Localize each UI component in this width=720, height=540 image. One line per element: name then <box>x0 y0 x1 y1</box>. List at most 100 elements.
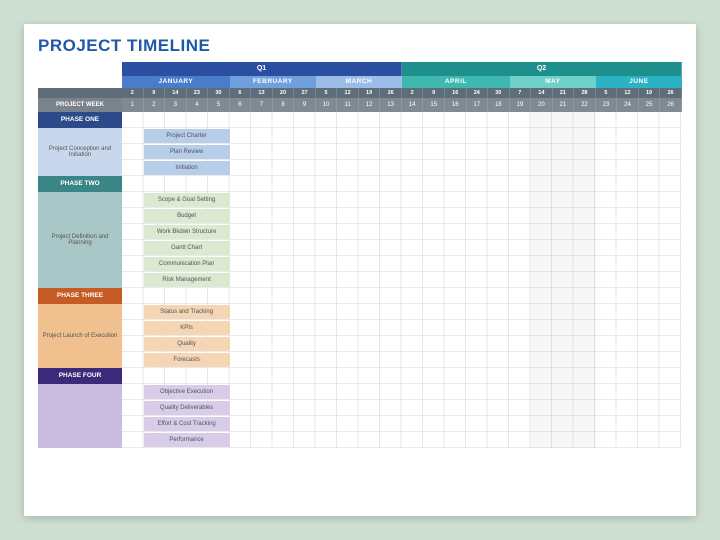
date-cell: 14 <box>165 88 187 98</box>
month-cell: FEBRUARY <box>230 76 316 88</box>
phase-body: Project Definition and Planning <box>38 192 122 288</box>
month-cell: MARCH <box>316 76 402 88</box>
date-cell: 16 <box>445 88 467 98</box>
quarter-q1: Q1 <box>122 62 402 76</box>
month-cell: JANUARY <box>122 76 230 88</box>
week-cell: 18 <box>488 98 510 112</box>
date-cell: 30 <box>488 88 510 98</box>
task-row: Communication Plan <box>122 256 682 272</box>
phase-body: Project Conception and Initiation <box>38 128 122 176</box>
week-label: PROJECT WEEK <box>38 98 122 112</box>
phase-body: Project Launch of Execution <box>38 304 122 368</box>
week-cell: 25 <box>639 98 661 112</box>
week-cell: 14 <box>402 98 424 112</box>
task-row: Budget <box>122 208 682 224</box>
week-cell: 26 <box>660 98 682 112</box>
date-cell: 19 <box>639 88 661 98</box>
week-cell: 11 <box>337 98 359 112</box>
month-cell: JUNE <box>596 76 682 88</box>
week-cell: 16 <box>445 98 467 112</box>
task-row: Project Charter <box>122 128 682 144</box>
task-row: Status and Tracking <box>122 304 682 320</box>
date-cell: 9 <box>423 88 445 98</box>
week-cell: 20 <box>531 98 553 112</box>
task-row: Plan Review <box>122 144 682 160</box>
week-cell: 4 <box>187 98 209 112</box>
task-bar[interactable]: Plan Review <box>144 145 230 159</box>
week-cell: 22 <box>574 98 596 112</box>
header-spacer <box>38 62 122 76</box>
task-bar[interactable]: Project Charter <box>144 129 230 143</box>
date-cell: 27 <box>294 88 316 98</box>
month-cell: APRIL <box>402 76 510 88</box>
week-cell: 19 <box>510 98 532 112</box>
date-cell: 12 <box>337 88 359 98</box>
date-cell: 6 <box>230 88 252 98</box>
task-row-spacer <box>122 368 682 384</box>
week-cell: 15 <box>423 98 445 112</box>
body-grid: PHASE ONEProject Conception and Initiati… <box>38 112 682 448</box>
date-cell: 7 <box>510 88 532 98</box>
date-cell: 2 <box>402 88 424 98</box>
task-row: Performance <box>122 432 682 448</box>
task-bar[interactable]: Work Bkdwn Structure <box>144 225 230 239</box>
phase-header: PHASE ONE <box>38 112 122 128</box>
week-cell: 17 <box>467 98 489 112</box>
date-cell: 19 <box>359 88 381 98</box>
week-cell: 21 <box>553 98 575 112</box>
week-cell: 23 <box>596 98 618 112</box>
date-cell: 30 <box>208 88 230 98</box>
task-bar[interactable]: Initiation <box>144 161 230 175</box>
phase-column: PHASE ONEProject Conception and Initiati… <box>38 112 122 448</box>
task-row: Risk Management <box>122 272 682 288</box>
quarter-q2: Q2 <box>402 62 682 76</box>
task-bar[interactable]: Budget <box>144 209 230 223</box>
task-bar[interactable]: Effort & Cost Tracking <box>144 417 230 431</box>
task-row: Work Bkdwn Structure <box>122 224 682 240</box>
task-row: Effort & Cost Tracking <box>122 416 682 432</box>
quarter-row: Q1 Q2 <box>38 62 682 76</box>
timeline-grid: Q1 Q2 JANUARYFEBRUARYMARCHAPRILMAYJUNE 2… <box>38 62 682 448</box>
task-bar[interactable]: Communication Plan <box>144 257 230 271</box>
task-row: Quality Deliverables <box>122 400 682 416</box>
month-cell: MAY <box>510 76 596 88</box>
week-cell: 7 <box>251 98 273 112</box>
tasks-column: Project Charter Plan Review Initiation Scop… <box>122 112 682 448</box>
date-cell: 20 <box>273 88 295 98</box>
spreadsheet-sheet: PROJECT TIMELINE Q1 Q2 JANUARYFEBRUARYMA… <box>24 24 696 516</box>
week-cell: 9 <box>294 98 316 112</box>
date-cell: 14 <box>531 88 553 98</box>
date-cell: 13 <box>251 88 273 98</box>
task-bar[interactable]: Objective Execution <box>144 385 230 399</box>
task-bar[interactable]: Quality <box>144 337 230 351</box>
date-cell: 12 <box>617 88 639 98</box>
task-row-spacer <box>122 176 682 192</box>
week-cell: 12 <box>359 98 381 112</box>
task-row: Initiation <box>122 160 682 176</box>
phase-header: PHASE FOUR <box>38 368 122 384</box>
task-bar[interactable]: Scope & Goal Setting <box>144 193 230 207</box>
date-cell: 21 <box>553 88 575 98</box>
task-bar[interactable]: Risk Management <box>144 273 230 287</box>
week-row: PROJECT WEEK 123456789101112131415161718… <box>38 98 682 112</box>
task-bar[interactable]: Gantt Chart <box>144 241 230 255</box>
header-spacer <box>38 76 122 88</box>
task-row: Forecasts <box>122 352 682 368</box>
task-row: Scope & Goal Setting <box>122 192 682 208</box>
phase-body <box>38 384 122 448</box>
date-cell: 9 <box>144 88 166 98</box>
week-cell: 13 <box>380 98 402 112</box>
date-cell: 5 <box>316 88 338 98</box>
date-cell: 26 <box>380 88 402 98</box>
task-bar[interactable]: KPIs <box>144 321 230 335</box>
week-cell: 8 <box>273 98 295 112</box>
task-bar[interactable]: Forecasts <box>144 353 230 367</box>
week-cell: 6 <box>230 98 252 112</box>
task-bar[interactable]: Status and Tracking <box>144 305 230 319</box>
phase-header: PHASE TWO <box>38 176 122 192</box>
task-bar[interactable]: Performance <box>144 433 230 447</box>
task-row-spacer <box>122 112 682 128</box>
task-bar[interactable]: Quality Deliverables <box>144 401 230 415</box>
header-spacer <box>38 88 122 98</box>
week-cell: 3 <box>165 98 187 112</box>
